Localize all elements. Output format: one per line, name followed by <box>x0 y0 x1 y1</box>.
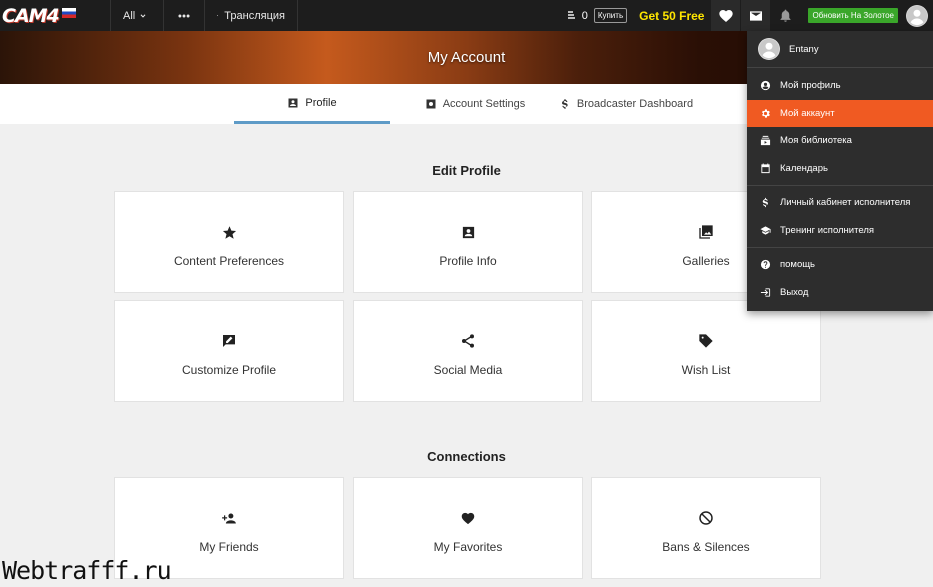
favorites-button[interactable] <box>710 0 741 31</box>
account-circle-icon <box>758 38 780 60</box>
buy-tokens-button[interactable]: Купить <box>593 8 628 23</box>
tab-profile-label: Profile <box>305 96 337 109</box>
heart-icon <box>719 9 733 22</box>
card-label: Customize Profile <box>181 363 277 377</box>
share-icon <box>462 334 474 348</box>
bans-silences-card[interactable]: Bans & Silences <box>591 477 821 579</box>
star-icon <box>222 225 236 239</box>
tab-account-settings[interactable]: Account Settings <box>410 84 540 124</box>
menu-item-performer-dashboard[interactable]: Личный кабинет исполнителя <box>747 189 933 217</box>
broadcast-button[interactable]: Трансляция <box>205 0 297 31</box>
profile-card-icon <box>288 98 298 107</box>
card-label: Social Media <box>433 363 503 377</box>
connections-heading: Connections <box>427 449 506 464</box>
account-circle-icon <box>906 5 928 26</box>
menu-item-my-account[interactable]: Мой аккаунт <box>747 99 933 127</box>
upgrade-gold-button[interactable]: Обновить На Золотое <box>808 8 898 23</box>
user-avatar-button[interactable] <box>906 4 928 27</box>
content-preferences-card[interactable]: Content Preferences <box>114 191 344 293</box>
menu-item-my-profile[interactable]: Мой профиль <box>747 72 933 100</box>
photo-library-icon <box>699 225 713 239</box>
bell-icon <box>780 9 791 22</box>
chevron-down-icon <box>140 13 146 18</box>
add-person-icon <box>222 513 236 523</box>
more-menu-button[interactable] <box>164 0 204 31</box>
get-free-tokens-link[interactable]: Get 50 Free <box>631 9 710 23</box>
help-icon <box>760 260 771 270</box>
category-dropdown[interactable]: All <box>111 0 163 31</box>
mail-icon <box>749 10 762 21</box>
page-title: My Account <box>427 49 506 66</box>
menu-item-label: Мой профиль <box>780 80 841 92</box>
social-media-card[interactable]: Social Media <box>353 300 583 402</box>
card-label: Bans & Silences <box>662 540 750 554</box>
video-camera-icon <box>217 15 219 16</box>
notifications-button[interactable] <box>770 0 801 31</box>
library-icon <box>760 136 771 146</box>
logout-icon <box>760 288 771 297</box>
menu-item-my-library[interactable]: Моя библиотека <box>747 127 933 155</box>
dropdown-username: Entany <box>789 43 819 55</box>
edit-box-icon <box>223 335 235 347</box>
dollar-icon <box>561 99 568 109</box>
tokens-balance: 0 Купить <box>560 0 631 31</box>
watermark-text: Webtrafff.ru <box>2 556 172 585</box>
tag-icon <box>699 334 713 348</box>
gear-icon <box>761 109 770 118</box>
tab-broadcaster-dashboard[interactable]: Broadcaster Dashboard <box>553 84 699 124</box>
wish-list-card[interactable]: Wish List <box>591 300 821 402</box>
card-label: Galleries <box>682 254 730 268</box>
more-horiz-icon <box>178 14 190 17</box>
menu-item-label: Мой аккаунт <box>780 107 835 119</box>
russia-flag-icon[interactable] <box>61 7 76 18</box>
customize-profile-card[interactable]: Customize Profile <box>114 300 344 402</box>
profile-card-icon <box>462 226 474 238</box>
graduation-cap-icon <box>760 226 771 235</box>
menu-item-label: Выход <box>780 286 809 298</box>
category-label: All <box>123 9 136 22</box>
menu-item-label: Моя библиотека <box>780 135 852 147</box>
block-icon <box>699 511 713 525</box>
heart-icon <box>461 512 475 524</box>
menu-item-label: Тренинг исполнителя <box>780 224 875 236</box>
settings-box-icon <box>426 99 436 109</box>
menu-item-label: Личный кабинет исполнителя <box>780 197 911 209</box>
menu-item-calendar[interactable]: Календарь <box>747 155 933 183</box>
menu-item-label: помощь <box>780 259 816 271</box>
tokens-count: 0 <box>581 9 588 22</box>
broadcast-label: Трансляция <box>224 9 285 22</box>
logo-text: CAM4 <box>2 4 60 27</box>
account-circle-icon <box>760 81 771 91</box>
card-label: My Favorites <box>433 540 503 554</box>
user-dropdown-menu: Entany Мой профиль Мой аккаунт Моя библи… <box>747 31 933 311</box>
tab-account-settings-label: Account Settings <box>442 98 526 110</box>
calendar-icon <box>761 163 770 173</box>
profile-info-card[interactable]: Profile Info <box>353 191 583 293</box>
token-stack-icon <box>567 11 575 19</box>
tab-profile[interactable]: Profile <box>234 84 390 124</box>
menu-item-label: Календарь <box>780 162 828 174</box>
menu-item-help[interactable]: помощь <box>747 251 933 279</box>
messages-button[interactable] <box>740 0 771 31</box>
menu-item-performer-training[interactable]: Тренинг исполнителя <box>747 217 933 245</box>
card-label: Profile Info <box>439 254 497 268</box>
avatar <box>758 38 780 60</box>
card-label: My Friends <box>199 540 259 554</box>
logo[interactable]: CAM4 <box>0 0 110 31</box>
dropdown-user-header[interactable]: Entany <box>747 31 933 68</box>
tab-broadcaster-dashboard-label: Broadcaster Dashboard <box>576 98 694 110</box>
card-label: Wish List <box>681 363 731 377</box>
top-navbar: CAM4 All Трансляция 0 Купить Get 50 Free… <box>0 0 933 31</box>
dollar-icon <box>762 198 768 208</box>
card-label: Content Preferences <box>173 254 285 268</box>
menu-item-logout[interactable]: Выход <box>747 279 933 307</box>
my-favorites-card[interactable]: My Favorites <box>353 477 583 579</box>
